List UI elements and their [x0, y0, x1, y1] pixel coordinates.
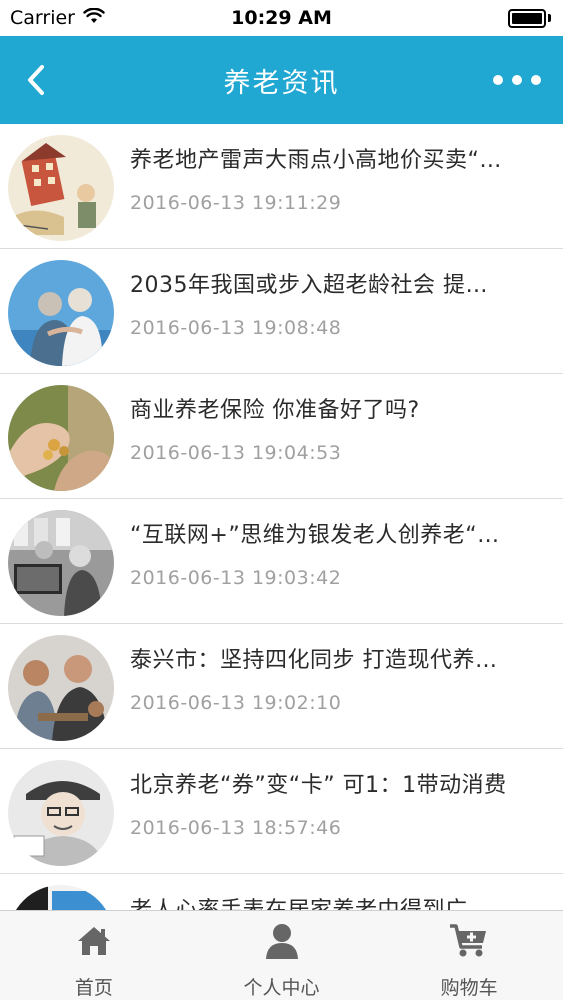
news-item[interactable]: 商业养老保险 你准备好了吗? 2016-06-13 19:04:53: [0, 374, 563, 499]
news-title: 商业养老保险 你准备好了吗?: [130, 398, 420, 423]
news-thumbnail: [8, 635, 114, 741]
news-title: “互联网+”思维为银发老人创养老“…: [130, 523, 500, 548]
tab-cart[interactable]: 购物车: [375, 911, 563, 1000]
tab-bar: 首页 个人中心 购物车: [0, 910, 563, 1000]
news-thumbnail: [8, 760, 114, 866]
news-title: 养老地产雷声大雨点小高地价买卖“…: [130, 148, 502, 173]
news-thumbnail: [8, 260, 114, 366]
news-time: 2016-06-13 19:08:48: [130, 317, 342, 339]
wifi-icon: [83, 7, 105, 29]
news-title: 北京养老“券”变“卡” 可1：1带动消费: [130, 773, 507, 798]
news-thumbnail: [8, 885, 114, 910]
news-list: 养老地产雷声大雨点小高地价买卖“… 2016-06-13 19:11:29 20…: [0, 124, 563, 910]
tab-label: 首页: [74, 977, 113, 999]
more-dot: [531, 75, 541, 85]
news-item[interactable]: 2035年我国或步入超老龄社会 提… 2016-06-13 19:08:48: [0, 249, 563, 374]
more-dot: [493, 75, 503, 85]
news-thumbnail: [8, 510, 114, 616]
status-left: Carrier: [10, 7, 105, 29]
tab-home[interactable]: 首页: [0, 911, 188, 1000]
news-item[interactable]: 泰兴市：坚持四化同步 打造现代养… 2016-06-13 19:02:10: [0, 624, 563, 749]
nav-bar: 养老资讯: [0, 36, 563, 124]
news-item[interactable]: 养老地产雷声大雨点小高地价买卖“… 2016-06-13 19:11:29: [0, 124, 563, 249]
news-thumbnail: [8, 135, 114, 241]
tab-label: 购物车: [440, 977, 498, 999]
news-item[interactable]: 老人心率手表在居家养老中得到广…: [0, 874, 563, 910]
chevron-left-icon: [28, 65, 44, 95]
home-icon: [74, 923, 114, 959]
cart-icon: [449, 923, 489, 959]
page-title: 养老资讯: [223, 67, 340, 99]
news-title: 2035年我国或步入超老龄社会 提…: [130, 273, 488, 298]
news-title: 老人心率手表在居家养老中得到广…: [130, 896, 550, 910]
tab-profile[interactable]: 个人中心: [188, 911, 376, 1000]
status-bar: Carrier 10:29 AM: [0, 0, 563, 36]
news-item[interactable]: “互联网+”思维为银发老人创养老“… 2016-06-13 19:03:42: [0, 499, 563, 624]
more-dot: [512, 75, 522, 85]
news-time: 2016-06-13 19:03:42: [130, 567, 342, 589]
battery-icon: [508, 8, 551, 28]
news-title: 泰兴市：坚持四化同步 打造现代养…: [130, 648, 498, 673]
news-thumbnail: [8, 385, 114, 491]
news-time: 2016-06-13 18:57:46: [130, 817, 342, 839]
back-button[interactable]: [18, 62, 54, 98]
tab-label: 个人中心: [243, 977, 320, 999]
person-icon: [262, 923, 302, 959]
more-button[interactable]: [493, 68, 541, 92]
news-time: 2016-06-13 19:02:10: [130, 692, 342, 714]
news-item[interactable]: 北京养老“券”变“卡” 可1：1带动消费 2016-06-13 18:57:46: [0, 749, 563, 874]
news-time: 2016-06-13 19:04:53: [130, 442, 342, 464]
carrier-label: Carrier: [10, 7, 75, 29]
news-time: 2016-06-13 19:11:29: [130, 192, 342, 214]
